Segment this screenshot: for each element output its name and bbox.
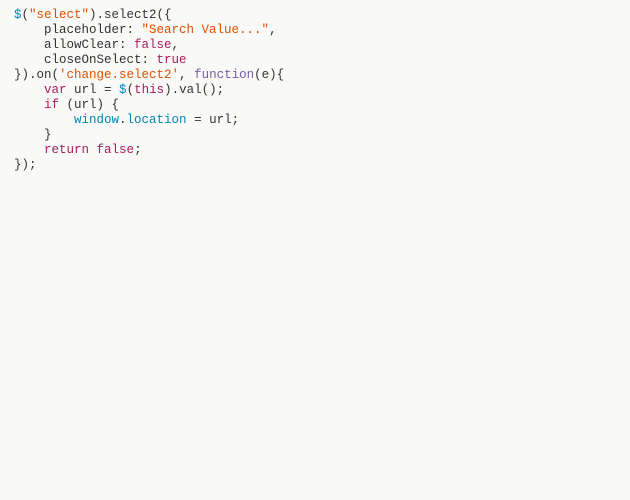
code-token-kw: false [97, 143, 135, 157]
code-token-dollar: $ [119, 83, 127, 97]
code-token-punct: closeOnSelect: [14, 53, 157, 67]
code-token-punct: ( [22, 8, 30, 22]
code-token-kw: if [44, 98, 59, 112]
code-token-kw: var [44, 83, 67, 97]
code-token-dollar: $ [14, 8, 22, 22]
code-token-punct [89, 143, 97, 157]
code-token-prop: window [74, 113, 119, 127]
code-token-punct: (e){ [254, 68, 284, 82]
code-token-punct [14, 143, 44, 157]
code-token-punct: (url) { [59, 98, 119, 112]
code-token-punct: url = [67, 83, 120, 97]
code-token-string: 'change.select2' [59, 68, 179, 82]
code-token-punct: } [14, 128, 52, 142]
code-token-punct: placeholder: [14, 23, 142, 37]
code-token-prop: location [127, 113, 187, 127]
code-token-punct: ).select2({ [89, 8, 172, 22]
code-token-kw: this [134, 83, 164, 97]
code-token-punct: ( [127, 83, 135, 97]
code-token-string: "select" [29, 8, 89, 22]
code-token-punct: . [119, 113, 127, 127]
code-token-punct: ).val(); [164, 83, 224, 97]
code-token-punct [14, 113, 74, 127]
code-token-func: function [194, 68, 254, 82]
code-token-kw: return [44, 143, 89, 157]
code-token-kw: true [157, 53, 187, 67]
code-token-punct: = url; [187, 113, 240, 127]
code-token-punct [14, 83, 44, 97]
code-token-punct: , [269, 23, 277, 37]
code-token-punct: , [172, 38, 180, 52]
code-token-punct: , [179, 68, 194, 82]
code-token-string: "Search Value..." [142, 23, 270, 37]
code-token-kw: false [134, 38, 172, 52]
code-token-punct: allowClear: [14, 38, 134, 52]
code-token-punct: }).on( [14, 68, 59, 82]
code-token-punct: ; [134, 143, 142, 157]
code-token-punct: }); [14, 158, 37, 172]
code-block[interactable]: $("select").select2({ placeholder: "Sear… [0, 0, 630, 181]
code-token-punct [14, 98, 44, 112]
